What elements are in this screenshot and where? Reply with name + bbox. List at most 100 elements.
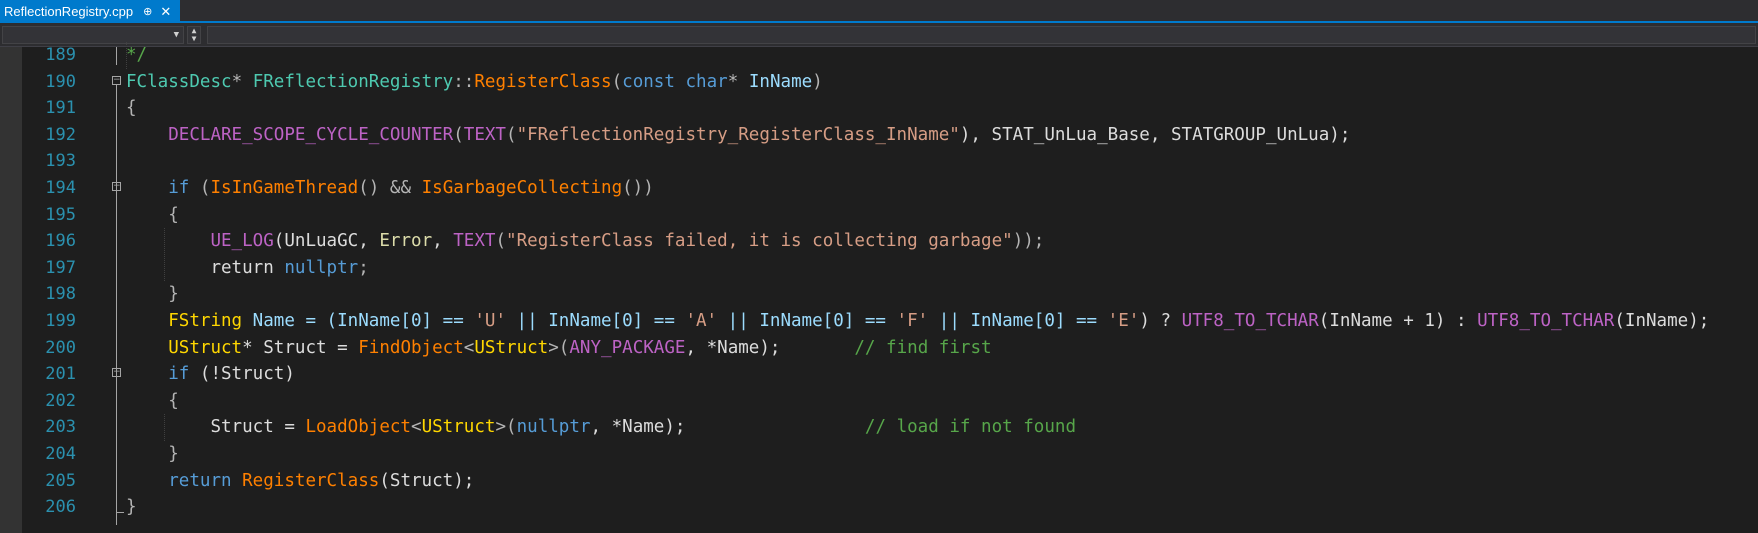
code-token: "FReflectionRegistry_RegisterClass_InNam… [516, 124, 960, 145]
code-text: UStruct* Struct = FindObject<UStruct>(AN… [126, 335, 992, 362]
line-number: 204 [45, 444, 76, 464]
code-token: ( [453, 124, 464, 145]
code-token: } [126, 497, 137, 518]
code-token: { [126, 390, 179, 411]
code-token: FindObject [358, 337, 464, 358]
code-line[interactable]: 199 FString Name = (InName[0] == 'U' || … [0, 308, 1758, 335]
code-token: Error [379, 231, 433, 252]
line-number: 202 [45, 390, 76, 411]
code-token: char [685, 71, 728, 92]
code-line[interactable]: 200 UStruct* Struct = FindObject<UStruct… [0, 335, 1758, 362]
code-token: UTF8_TO_TCHAR [1181, 311, 1319, 331]
code-line[interactable]: 205 return RegisterClass(Struct); [0, 468, 1758, 495]
code-token: ANY_PACKAGE [569, 337, 686, 358]
code-token: || InName[0] == [928, 311, 1108, 331]
line-number: 195 [45, 204, 76, 225]
code-token: UStruct [421, 417, 496, 438]
code-token: 'E' [1107, 311, 1140, 331]
line-number: 206 [45, 497, 76, 518]
code-token: LoadObject [305, 417, 411, 438]
code-text: { [126, 202, 179, 229]
code-text: UE_LOG(UnLuaGC, Error, TEXT("RegisterCla… [126, 228, 1044, 255]
collapse-box-icon[interactable]: − [112, 75, 121, 85]
code-token: IsInGameThread [210, 178, 359, 198]
code-line[interactable]: 201− if (!Struct) [0, 361, 1758, 388]
code-line[interactable]: 206} [0, 494, 1758, 521]
code-token: "RegisterClass failed, it is collecting … [506, 231, 1013, 252]
line-number: 199 [45, 311, 76, 331]
chevron-down-icon[interactable]: ▼ [174, 27, 179, 43]
code-line[interactable]: 197 return nullptr; [0, 255, 1758, 282]
code-token: // find first [854, 337, 992, 358]
code-line[interactable]: 189 */ [0, 42, 1758, 69]
code-line[interactable]: 198 } [0, 281, 1758, 308]
code-line[interactable]: 194− if (IsInGameThread() && IsGarbageCo… [0, 175, 1758, 202]
code-token: >( [548, 337, 570, 358]
indent-guide [126, 42, 127, 69]
code-token: () && [358, 178, 422, 198]
code-token: * [727, 71, 749, 92]
line-number: 200 [45, 337, 76, 358]
code-token: )); [1012, 231, 1045, 252]
code-token: :: [453, 71, 475, 92]
code-token: ( [199, 178, 211, 198]
tab-title: ReflectionRegistry.cpp [4, 4, 134, 19]
code-token: , *Name); [685, 337, 855, 358]
code-token: return [126, 470, 243, 491]
line-number: 193 [45, 151, 76, 172]
code-text: return nullptr; [126, 255, 368, 282]
code-token: // load if not found [864, 417, 1077, 438]
code-text: } [126, 494, 137, 521]
outline-end [116, 512, 124, 514]
line-number: 190 [45, 71, 76, 92]
outline-guide [116, 84, 117, 525]
code-text: if (IsInGameThread() && IsGarbageCollect… [126, 175, 654, 202]
code-token: UStruct [474, 337, 549, 358]
code-token: (!Struct) [199, 364, 295, 385]
code-token: ( [495, 231, 507, 252]
code-token: TEXT [453, 231, 496, 252]
code-token: < [411, 417, 422, 438]
code-line[interactable]: 193 [0, 148, 1758, 175]
line-number: 194 [45, 178, 76, 198]
code-line[interactable]: 190− FClassDesc* FReflectionRegistry::Reg… [0, 69, 1758, 96]
code-token: RegisterClass [242, 470, 380, 491]
code-token: 'A' [685, 311, 718, 331]
code-token: */ [126, 45, 148, 65]
close-icon[interactable]: ✕ [160, 4, 171, 20]
code-token: (InName); [1614, 311, 1710, 331]
code-line[interactable]: 191 { [0, 95, 1758, 122]
tab-reflection-registry[interactable]: ReflectionRegistry.cpp ⊕ ✕ [0, 0, 180, 23]
code-token: if [126, 364, 200, 385]
code-line[interactable]: 204 } [0, 441, 1758, 468]
code-token: || InName[0] == [717, 311, 897, 331]
code-token: (UnLuaGC, [273, 231, 380, 252]
code-line[interactable]: 202 { [0, 388, 1758, 415]
code-text: } [126, 281, 179, 308]
code-editor[interactable]: 189 */190− FClassDesc* FReflectionRegistry… [0, 42, 1758, 533]
code-token: nullptr [284, 257, 359, 278]
code-token: 'F' [896, 311, 929, 331]
code-line[interactable]: 195 { [0, 202, 1758, 229]
code-token: ( [611, 71, 623, 92]
code-text: FString Name = (InName[0] == 'U' || InNa… [126, 308, 1709, 335]
code-token: ), STAT_UnLua_Base, STATGROUP_UnLua); [959, 124, 1351, 145]
code-token: < [463, 337, 475, 358]
code-token: * Struct = [242, 337, 359, 358]
line-number: 197 [45, 257, 76, 278]
code-token: { [126, 98, 137, 119]
code-token: RegisterClass [474, 71, 612, 92]
code-text: FClassDesc* FReflectionRegistry::Registe… [126, 69, 823, 96]
outline-guide [116, 47, 117, 65]
code-line[interactable]: 192 DECLARE_SCOPE_CYCLE_COUNTER(TEXT("FR… [0, 122, 1758, 149]
code-token: UStruct [126, 337, 243, 358]
pin-icon[interactable]: ⊕ [143, 5, 152, 18]
code-token: Struct = [126, 417, 306, 438]
code-text: Struct = LoadObject<UStruct>(nullptr, *N… [126, 414, 1076, 441]
code-token: 'U' [474, 311, 506, 331]
code-line[interactable]: 196 UE_LOG(UnLuaGC, Error, TEXT("Registe… [0, 228, 1758, 255]
code-line[interactable]: 203 Struct = LoadObject<UStruct>(nullptr… [0, 414, 1758, 441]
code-token: || InName[0] == [506, 311, 686, 331]
code-token: FClassDesc [126, 71, 232, 92]
code-text: */ [126, 42, 147, 69]
